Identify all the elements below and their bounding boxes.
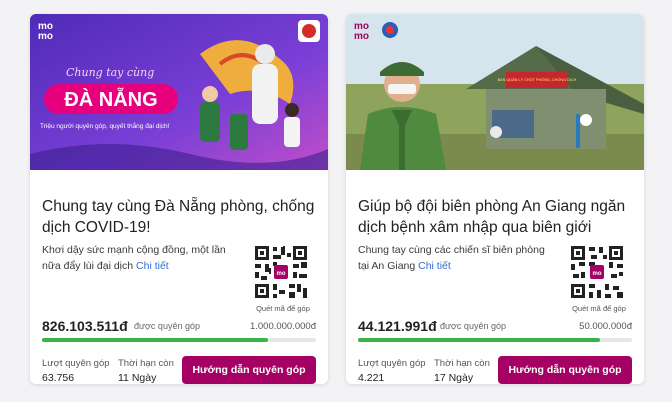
- deadline-label: Thời hạn còn: [118, 358, 174, 369]
- qr-code: mo: [253, 244, 309, 300]
- qr-caption: Quét mã để góp: [256, 304, 310, 313]
- banner-script-text: Chung tay cùng: [66, 66, 154, 79]
- campaign-card[interactable]: mo mo Chung tay cùng ĐÀ NẴNG Triệu người…: [30, 14, 328, 384]
- progress-bar: [42, 338, 316, 342]
- campaign-card[interactable]: BAN QUẢN LÝ CHỐT PHÒNG, CHỐNG DỊCH mo mo…: [346, 14, 644, 384]
- details-link[interactable]: Chi tiết: [418, 260, 451, 272]
- campaign-banner-danang[interactable]: mo mo Chung tay cùng ĐÀ NẴNG Triệu người…: [30, 14, 328, 170]
- progress-fill: [42, 338, 269, 342]
- progress-fill: [358, 338, 600, 342]
- amount-raised: 44.121.991đ: [358, 318, 437, 334]
- banner-tagline: Triệu người quyên góp, quyết thắng đại d…: [40, 121, 170, 130]
- goal-amount: 50.000.000đ: [579, 321, 632, 332]
- progress-bar: [358, 338, 632, 342]
- donations-count: 63.756: [42, 372, 75, 384]
- amount-suffix: được quyên góp: [440, 321, 506, 331]
- svg-text:mo: mo: [277, 271, 286, 277]
- amount-raised: 826.103.511đ: [42, 318, 128, 334]
- goal-amount: 1.000.000.000đ: [249, 321, 316, 332]
- amount-suffix: được quyên góp: [134, 321, 200, 331]
- details-link[interactable]: Chi tiết: [136, 260, 169, 272]
- banner-headline: ĐÀ NẴNG: [64, 88, 157, 111]
- svg-text:mo: mo: [354, 31, 369, 42]
- deadline-value: 17 Ngày: [434, 372, 474, 384]
- qr-code: mo: [569, 244, 625, 300]
- donations-label: Lượt quyên góp: [358, 358, 426, 369]
- campaign-description: Chung tay cùng các chiến sĩ biên phòng t…: [358, 244, 545, 272]
- donations-label: Lượt quyên góp: [42, 358, 110, 369]
- campaign-title[interactable]: Chung tay cùng Đà Nẵng phòng, chống dịch…: [42, 196, 318, 238]
- svg-text:mo: mo: [593, 271, 602, 277]
- campaign-banner-angiang[interactable]: BAN QUẢN LÝ CHỐT PHÒNG, CHỐNG DỊCH mo mo: [346, 14, 644, 170]
- campaign-title[interactable]: Giúp bộ đội biên phòng An Giang ngăn dịc…: [358, 196, 634, 238]
- deadline-label: Thời hạn còn: [434, 358, 490, 369]
- donation-guide-button[interactable]: Hướng dẫn quyên góp: [182, 356, 316, 384]
- qr-caption: Quét mã để góp: [572, 304, 626, 313]
- banner-sign: BAN QUẢN LÝ CHỐT PHÒNG, CHỐNG DỊCH: [498, 77, 577, 82]
- donation-guide-button[interactable]: Hướng dẫn quyên góp: [498, 356, 632, 384]
- svg-text:mo: mo: [38, 31, 53, 42]
- campaign-description: Khơi dậy sức mạnh cộng đồng, một lần nữa…: [42, 244, 226, 272]
- deadline-value: 11 Ngày: [118, 372, 157, 384]
- donations-count: 4.221: [358, 372, 385, 384]
